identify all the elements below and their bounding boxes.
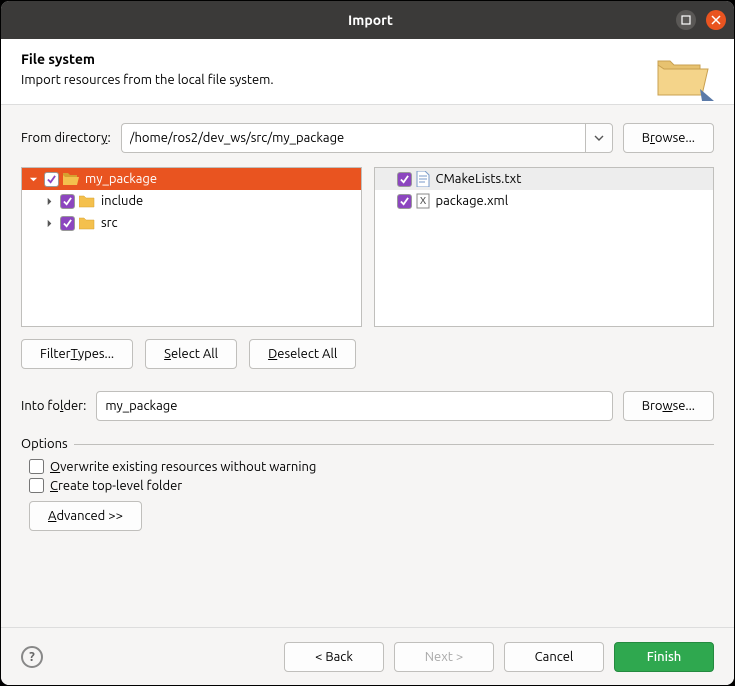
back-button[interactable]: < Back <box>284 642 384 672</box>
select-all-button[interactable]: Select All <box>145 339 237 369</box>
page-subtitle: Import resources from the local file sys… <box>21 73 274 87</box>
checkbox[interactable] <box>397 172 412 187</box>
expand-toggle[interactable] <box>42 219 56 228</box>
checkbox[interactable] <box>60 194 75 209</box>
file-list[interactable]: CMakeLists.txt x package.xml <box>374 167 715 327</box>
into-browse-button[interactable]: Browse... <box>623 391 714 421</box>
checkbox[interactable] <box>44 172 59 187</box>
folder-open-icon <box>63 172 79 186</box>
content: From directory: Browse... <box>1 105 734 627</box>
maximize-button[interactable] <box>676 10 696 30</box>
folder-icon <box>79 216 95 230</box>
deselect-all-button[interactable]: Deselect All <box>249 339 356 369</box>
next-button: Next > <box>394 642 494 672</box>
help-button[interactable]: ? <box>21 646 43 668</box>
overwrite-checkbox[interactable] <box>29 459 44 474</box>
from-browse-button[interactable]: Browse... <box>623 123 714 153</box>
into-folder-input[interactable] <box>96 391 612 421</box>
into-folder-label: Into folder: <box>21 399 86 413</box>
cancel-button[interactable]: Cancel <box>504 642 604 672</box>
tree-item-include[interactable]: include <box>22 190 361 212</box>
file-label: package.xml <box>436 194 509 208</box>
window-title: Import <box>65 12 676 28</box>
overwrite-label: Overwrite existing resources without war… <box>50 460 316 474</box>
finish-button[interactable]: Finish <box>614 642 714 672</box>
close-button[interactable] <box>706 10 726 30</box>
from-directory-dropdown[interactable] <box>585 123 613 153</box>
footer: ? < Back Next > Cancel Finish <box>1 627 734 685</box>
folder-tree[interactable]: my_package include <box>21 167 362 327</box>
advanced-button[interactable]: Advanced >> <box>29 501 142 531</box>
from-directory-combo[interactable] <box>121 123 613 153</box>
tree-label: my_package <box>85 172 157 186</box>
text-file-icon <box>416 171 430 187</box>
options-group: Options Overwrite existing resources wit… <box>21 437 714 533</box>
checkbox[interactable] <box>60 216 75 231</box>
create-top-level-checkbox[interactable] <box>29 478 44 493</box>
tree-label: src <box>101 216 118 230</box>
file-label: CMakeLists.txt <box>436 172 522 186</box>
import-folder-icon <box>654 51 714 101</box>
options-legend: Options <box>21 437 74 451</box>
checkbox[interactable] <box>397 194 412 209</box>
file-item[interactable]: x package.xml <box>375 190 714 212</box>
from-directory-label: From directory: <box>21 131 111 145</box>
svg-text:x: x <box>419 193 426 207</box>
titlebar: Import <box>1 1 734 39</box>
xml-file-icon: x <box>416 193 430 209</box>
file-item[interactable]: CMakeLists.txt <box>375 168 714 190</box>
window-controls <box>676 10 726 30</box>
header: File system Import resources from the lo… <box>1 39 734 105</box>
from-directory-input[interactable] <box>121 123 585 153</box>
tree-label: include <box>101 194 143 208</box>
expand-toggle[interactable] <box>42 197 56 206</box>
tree-item-src[interactable]: src <box>22 212 361 234</box>
tree-root[interactable]: my_package <box>22 168 361 190</box>
import-dialog: Import File system Import resources from… <box>1 1 734 685</box>
folder-icon <box>79 194 95 208</box>
page-title: File system <box>21 51 274 67</box>
expand-toggle[interactable] <box>26 175 40 184</box>
create-top-level-label: Create top-level folder <box>50 479 182 493</box>
filter-types-button[interactable]: Filter Types... <box>21 339 133 369</box>
